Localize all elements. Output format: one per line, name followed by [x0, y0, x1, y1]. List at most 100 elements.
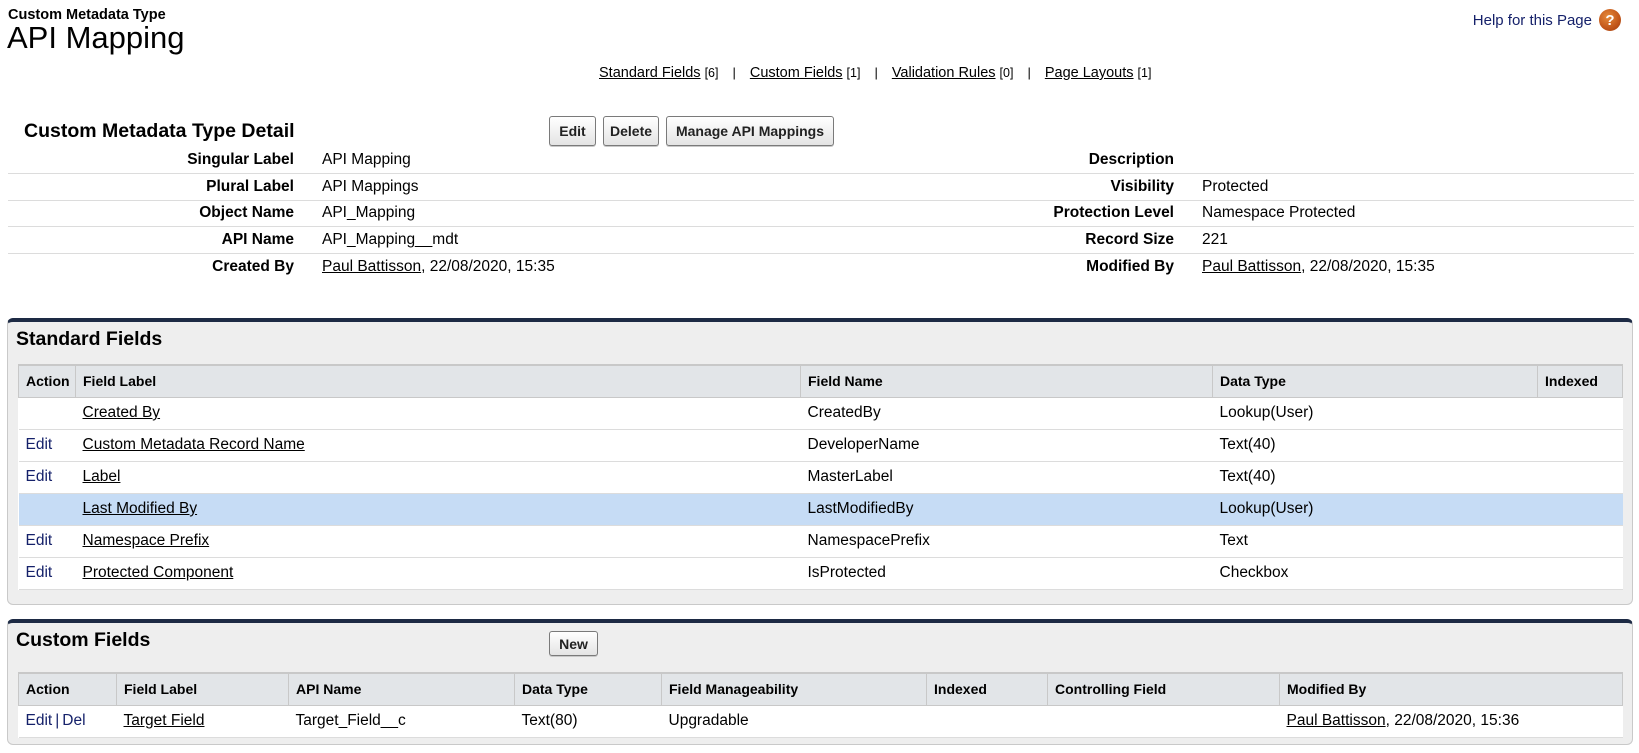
related-link-count: [1]	[1137, 66, 1152, 80]
related-link-label[interactable]: Standard Fields	[599, 65, 701, 81]
help-for-page-link[interactable]: Help for this Page	[1473, 12, 1592, 29]
created-by-value: Paul Battisson, 22/08/2020, 15:35	[322, 253, 822, 280]
column-header-field-manageability[interactable]: Field Manageability	[661, 672, 927, 706]
custom-fields-title: Custom Fields	[16, 629, 151, 651]
related-link-label[interactable]: Page Layouts	[1045, 65, 1134, 81]
column-header-action: Action	[18, 364, 76, 398]
table-row: Edit Namespace Prefix NamespacePrefix Te…	[18, 525, 1623, 558]
modified-date: , 22/08/2020, 15:35	[1301, 257, 1435, 275]
edit-link[interactable]: Edit	[26, 564, 53, 581]
column-header-indexed[interactable]: Indexed	[926, 672, 1048, 706]
related-link-standard-fields[interactable]: Standard Fields [6]	[599, 65, 718, 81]
field-label-link[interactable]: Namespace Prefix	[83, 532, 210, 549]
edit-link[interactable]: Edit	[26, 532, 53, 549]
detail-row: API Name API_Mapping__mdt Record Size 22…	[8, 226, 1634, 254]
manage-api-mappings-button[interactable]: Manage API Mappings	[666, 116, 834, 146]
row-indexed	[1537, 557, 1623, 590]
edit-button[interactable]: Edit	[549, 116, 596, 146]
row-action	[18, 397, 76, 430]
table-row-highlighted: Last Modified By LastModifiedBy Lookup(U…	[18, 493, 1623, 526]
field-label: Record Size	[822, 226, 1202, 254]
modified-by-user-link[interactable]: Paul Battisson	[1202, 258, 1301, 275]
modified-by-user-link[interactable]: Paul Battisson	[1287, 712, 1386, 729]
row-field-label: Last Modified By	[75, 493, 801, 526]
separator: |	[732, 65, 736, 80]
detail-table: Singular Label API Mapping Description P…	[8, 147, 1634, 280]
delete-link[interactable]: Del	[62, 712, 85, 729]
column-header-field-label[interactable]: Field Label	[116, 672, 289, 706]
created-by-user-link[interactable]: Paul Battisson	[322, 258, 421, 275]
row-field-name: LastModifiedBy	[800, 493, 1213, 526]
related-link-page-layouts[interactable]: Page Layouts [1]	[1045, 65, 1152, 81]
detail-section-title: Custom Metadata Type Detail	[24, 120, 295, 142]
field-value: API Mappings	[322, 173, 822, 201]
row-indexed	[1537, 429, 1623, 462]
field-value: Namespace Protected	[1202, 200, 1634, 227]
row-data-type: Text	[1212, 525, 1538, 558]
table-header-row: Action Field Label Field Name Data Type …	[18, 364, 1623, 398]
row-action: Edit | Del	[18, 705, 117, 738]
row-field-label: Created By	[75, 397, 801, 430]
edit-link[interactable]: Edit	[26, 436, 53, 453]
field-label: Description	[822, 147, 1202, 174]
row-api-name: Target_Field__c	[288, 705, 515, 738]
field-label: Plural Label	[8, 173, 322, 201]
related-link-count: [0]	[999, 66, 1014, 80]
action-separator: |	[55, 712, 60, 729]
detail-row: Created By Paul Battisson, 22/08/2020, 1…	[8, 253, 1634, 280]
column-header-indexed[interactable]: Indexed	[1537, 364, 1623, 398]
field-value: API_Mapping	[322, 200, 822, 227]
row-indexed	[1537, 461, 1623, 494]
column-header-field-label[interactable]: Field Label	[75, 364, 801, 398]
row-field-name: DeveloperName	[800, 429, 1213, 462]
custom-fields-panel: Custom Fields New Action Field Label API…	[7, 619, 1633, 745]
row-controlling-field	[1047, 705, 1280, 738]
row-action: Edit	[18, 429, 76, 462]
edit-link[interactable]: Edit	[26, 712, 53, 729]
table-row: Edit | Del Target Field Target_Field__c Te…	[18, 705, 1623, 738]
table-row: Edit Custom Metadata Record Name Develop…	[18, 429, 1623, 462]
row-data-type: Text(40)	[1212, 429, 1538, 462]
page-title: API Mapping	[7, 20, 185, 55]
question-mark-icon[interactable]: ?	[1599, 9, 1621, 31]
custom-fields-table: Action Field Label API Name Data Type Fi…	[18, 672, 1623, 738]
related-link-label[interactable]: Custom Fields	[750, 65, 843, 81]
detail-row: Plural Label API Mappings Visibility Pro…	[8, 173, 1634, 201]
field-label: Visibility	[822, 173, 1202, 201]
row-data-type: Text(80)	[514, 705, 662, 738]
edit-link[interactable]: Edit	[26, 468, 53, 485]
field-label-link[interactable]: Created By	[83, 404, 161, 421]
detail-row: Object Name API_Mapping Protection Level…	[8, 200, 1634, 227]
new-field-button[interactable]: New	[549, 631, 598, 656]
related-link-custom-fields[interactable]: Custom Fields [1]	[750, 65, 861, 81]
row-indexed	[1537, 397, 1623, 430]
field-label-link[interactable]: Last Modified By	[83, 500, 198, 517]
separator: |	[1027, 65, 1031, 80]
field-label-link[interactable]: Protected Component	[83, 564, 234, 581]
field-value: API_Mapping__mdt	[322, 226, 822, 254]
column-header-data-type[interactable]: Data Type	[514, 672, 662, 706]
field-label: Protection Level	[822, 200, 1202, 227]
field-label-link[interactable]: Label	[83, 468, 121, 485]
row-data-type: Text(40)	[1212, 461, 1538, 494]
table-row: Edit Protected Component IsProtected Che…	[18, 557, 1623, 590]
column-header-data-type[interactable]: Data Type	[1212, 364, 1538, 398]
row-field-manageability: Upgradable	[661, 705, 927, 738]
field-label: Modified By	[1086, 257, 1174, 275]
field-label-link[interactable]: Target Field	[124, 712, 205, 729]
field-label-link[interactable]: Custom Metadata Record Name	[83, 436, 305, 453]
field-value: 221	[1202, 226, 1634, 254]
row-field-label: Namespace Prefix	[75, 525, 801, 558]
row-field-label: Protected Component	[75, 557, 801, 590]
created-date: , 22/08/2020, 15:35	[421, 257, 555, 275]
related-link-validation-rules[interactable]: Validation Rules [0]	[892, 65, 1014, 81]
row-action	[18, 493, 76, 526]
column-header-api-name[interactable]: API Name	[288, 672, 515, 706]
related-link-label[interactable]: Validation Rules	[892, 65, 996, 81]
column-header-modified-by[interactable]: Modified By	[1279, 672, 1623, 706]
row-indexed	[1537, 525, 1623, 558]
column-header-controlling-field[interactable]: Controlling Field	[1047, 672, 1280, 706]
row-indexed	[1537, 493, 1623, 526]
column-header-field-name[interactable]: Field Name	[800, 364, 1213, 398]
delete-button[interactable]: Delete	[603, 116, 659, 146]
